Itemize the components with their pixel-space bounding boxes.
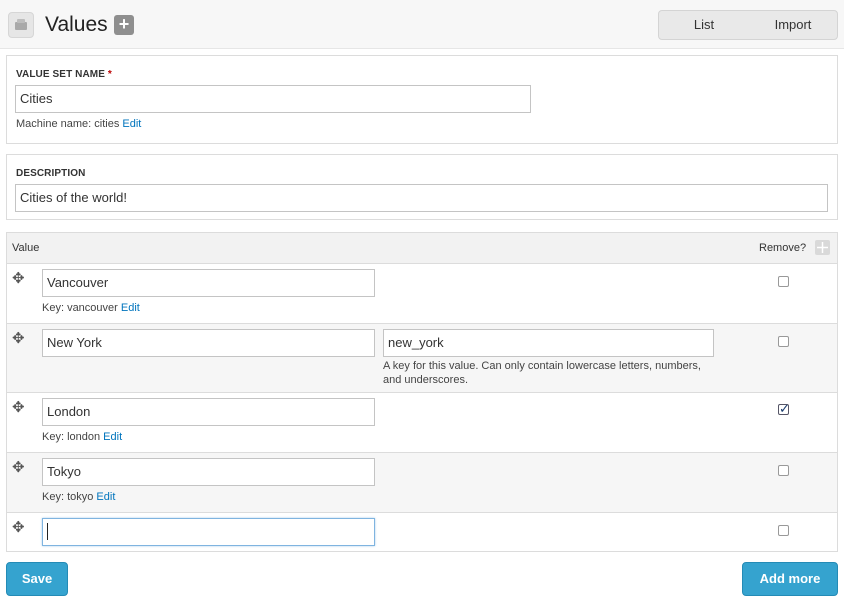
drag-handle-icon[interactable]: ✥ [12,331,25,346]
key-text: Key: tokyo [42,491,94,503]
value-set-name-input[interactable]: Cities [15,85,531,113]
remove-checkbox[interactable] [778,276,789,287]
remove-checkbox[interactable] [778,465,789,476]
value-input[interactable]: London [42,398,375,426]
page-title: Values [45,13,108,36]
tab-import[interactable]: Import [749,11,837,39]
key-text: Key: vancouver [42,302,118,314]
description-input[interactable]: Cities of the world! [15,184,828,212]
key-help-text: A key for this value. Can only contain l… [383,360,701,386]
tab-list[interactable]: List [659,11,749,39]
tabs: List Import [658,10,838,40]
add-value-set-icon[interactable]: + [114,15,134,35]
remove-checkbox[interactable] [778,525,789,536]
remove-checkbox[interactable] [778,336,789,347]
required-marker: * [107,69,112,80]
machine-name-edit-link[interactable]: Edit [122,118,141,130]
value-set-name-label: VALUE SET NAME * [16,69,112,80]
machine-name-line: Machine name: cities Edit [16,118,141,130]
key-line: Key: london Edit [42,431,122,443]
value-input[interactable]: Vancouver [42,269,375,297]
drag-handle-icon[interactable]: ✥ [12,400,25,415]
value-input[interactable]: New York [42,329,375,357]
key-line: Key: tokyo Edit [42,491,115,503]
key-edit-link[interactable]: Edit [121,302,140,314]
col-remove-header: Remove? [759,242,807,254]
description-label: DESCRIPTION [16,168,86,179]
key-line: Key: vancouver Edit [42,302,140,314]
machine-name-text: Machine name: cities [16,118,120,130]
col-value-header: Value [12,242,40,254]
value-input[interactable]: Tokyo [42,458,375,486]
values-module-icon [8,12,34,38]
drag-handle-icon[interactable]: ✥ [12,271,25,286]
text-cursor [47,523,48,540]
new-value-input[interactable] [42,518,375,546]
key-input[interactable]: new_york [383,329,714,357]
key-edit-link[interactable]: Edit [103,431,122,443]
show-row-weights-icon[interactable] [815,240,830,255]
drag-handle-icon[interactable]: ✥ [12,520,25,535]
save-button[interactable]: Save [6,562,68,596]
key-text: Key: london [42,431,101,443]
remove-checkbox-checked[interactable] [778,401,790,417]
drag-handle-icon[interactable]: ✥ [12,460,25,475]
add-more-button[interactable]: Add more [742,562,838,596]
key-edit-link[interactable]: Edit [96,491,115,503]
values-table-header [6,232,838,264]
